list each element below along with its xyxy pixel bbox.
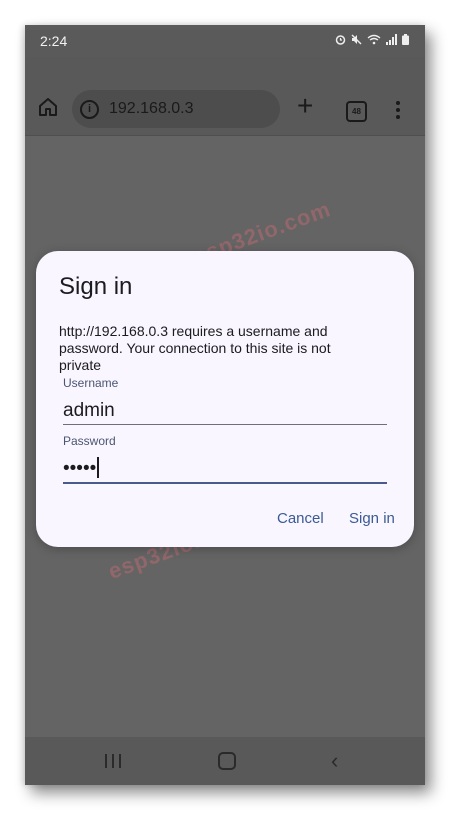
password-dots: •••••	[63, 458, 97, 479]
sign-in-button[interactable]: Sign in	[349, 510, 395, 527]
password-field[interactable]: •••••	[63, 457, 100, 480]
status-icons	[335, 34, 409, 45]
menu-icon[interactable]	[396, 101, 400, 122]
username-label: Username	[63, 376, 119, 390]
wifi-icon	[367, 34, 381, 45]
phone-screen: 2:24 i 192.168.0.3 + 48 esp32io.com esp3…	[25, 25, 425, 785]
info-icon[interactable]: i	[80, 99, 99, 119]
url-text[interactable]: 192.168.0.3	[109, 100, 194, 118]
dialog-title: Sign in	[59, 273, 133, 300]
sign-in-dialog: Sign in http://192.168.0.3 requires a us…	[36, 251, 414, 547]
recent-apps-icon[interactable]	[105, 754, 121, 768]
plus-icon[interactable]: +	[297, 92, 313, 120]
status-time: 2:24	[40, 33, 68, 49]
nav-home-icon[interactable]	[218, 752, 236, 770]
mute-icon	[351, 34, 362, 45]
system-nav-bar: ‹	[25, 737, 425, 785]
signal-icon	[386, 34, 397, 45]
password-underline	[63, 482, 387, 484]
battery-icon	[402, 34, 409, 45]
status-bar: 2:24	[25, 25, 425, 57]
dialog-message: http://192.168.0.3 requires a username a…	[59, 323, 331, 373]
alarm-icon	[335, 35, 346, 45]
password-label: Password	[63, 434, 116, 448]
url-bar[interactable]: i 192.168.0.3	[72, 90, 280, 128]
home-icon[interactable]	[37, 96, 59, 118]
username-field[interactable]: admin	[63, 400, 115, 422]
tabs-icon[interactable]: 48	[346, 101, 367, 122]
text-caret	[97, 457, 100, 478]
cancel-button[interactable]: Cancel	[277, 510, 324, 527]
browser-toolbar: i 192.168.0.3 + 48	[25, 57, 425, 136]
username-underline	[63, 424, 387, 425]
back-icon[interactable]: ‹	[331, 748, 338, 774]
